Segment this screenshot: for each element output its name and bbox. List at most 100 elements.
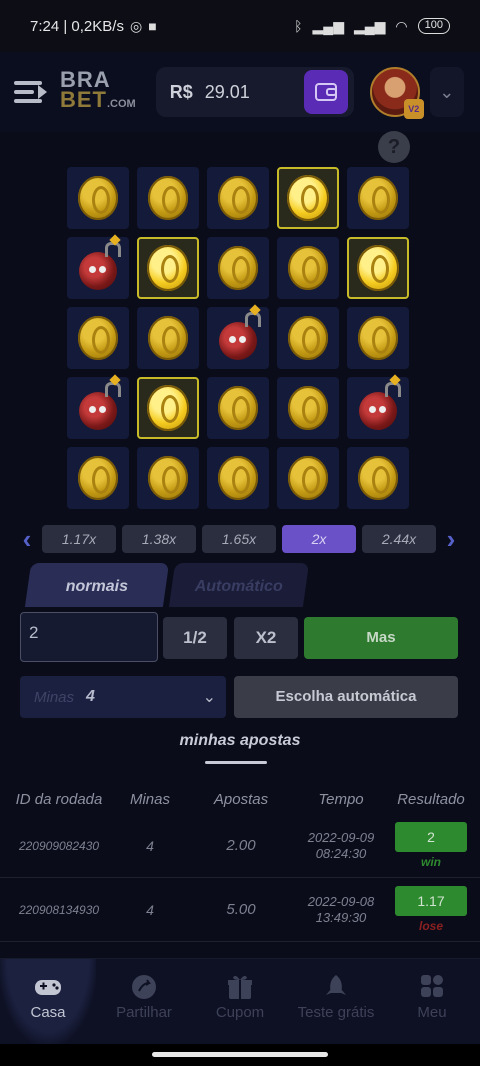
table-row: 220908134930 4 5.00 2022-09-08 13:49:30 1.17 l… [0, 878, 480, 942]
my-bets-title[interactable]: minhas apostas [0, 732, 480, 750]
multiplier-chip[interactable]: 1.38x [122, 525, 196, 553]
result-badge: 1.17 [395, 886, 467, 916]
cell-round-id: 220909082430 [18, 838, 100, 853]
auto-pick-button[interactable]: Escolha automática [234, 676, 458, 718]
nav-item-partilhar[interactable]: Partilhar [96, 959, 192, 1044]
multiplier-chip[interactable]: 2.44x [362, 525, 436, 553]
instagram-icon: ◎ [129, 17, 143, 34]
grid-tile[interactable] [137, 307, 199, 369]
nav-label: Partilhar [116, 1004, 172, 1021]
grid-tile[interactable] [347, 447, 409, 509]
grid-tile[interactable] [67, 447, 129, 509]
bottom-nav: Casa Partilhar Cupom Teste grátis Meu [0, 958, 480, 1044]
double-bet-button[interactable]: X2 [234, 617, 298, 659]
grid-tile[interactable] [207, 447, 269, 509]
coin-icon [78, 316, 118, 360]
mines-select[interactable]: Minas 4 ⌄ [20, 676, 226, 718]
coin-icon [147, 385, 189, 431]
grid-tile[interactable] [207, 167, 269, 229]
grid-tile[interactable] [137, 167, 199, 229]
half-bet-button[interactable]: 1/2 [163, 617, 227, 659]
wifi-icon: ◠ [395, 17, 408, 34]
brand-logo[interactable]: BRA BET.COM [60, 69, 136, 114]
grid-tile[interactable] [67, 237, 129, 299]
grid-tile[interactable] [347, 237, 409, 299]
bets-table: ID da rodada Minas Apostas Tempo Resulta… [0, 784, 480, 942]
nav-item-casa[interactable]: Casa [0, 959, 96, 1044]
coin-icon [288, 246, 328, 290]
coin-icon [288, 456, 328, 500]
grid-tile[interactable] [67, 307, 129, 369]
currency-label: R$ [169, 81, 193, 102]
coin-icon [218, 246, 258, 290]
grid-tile[interactable] [347, 167, 409, 229]
menu-icon[interactable] [14, 77, 50, 107]
grid-tile[interactable] [347, 377, 409, 439]
nav-item-meu[interactable]: Meu [384, 959, 480, 1044]
cell-clock: 13:49:30 [315, 909, 367, 925]
mult-prev-arrow-icon[interactable]: ‹ [16, 524, 38, 554]
cell-amount: 2.00 [226, 837, 256, 854]
app-header: BRA BET.COM R$ 29.01 V2 ⌄ [0, 52, 480, 132]
coin-icon [287, 175, 329, 221]
grid-tile[interactable] [347, 307, 409, 369]
coin-icon [148, 316, 188, 360]
grid-tile[interactable] [207, 237, 269, 299]
grid-tile[interactable] [137, 377, 199, 439]
nav-label: Meu [417, 1004, 447, 1021]
bomb-icon [79, 382, 121, 430]
grid-tile[interactable] [277, 237, 339, 299]
avatar[interactable]: V2 [369, 67, 424, 119]
grid-tile[interactable] [207, 307, 269, 369]
bomb-icon [219, 312, 261, 360]
wallet-icon [314, 83, 337, 101]
mines-controls: Minas 4 ⌄ Escolha automática [20, 676, 460, 718]
help-button[interactable]: ? [378, 131, 410, 163]
grid-tile[interactable] [277, 447, 339, 509]
cell-amount: 5.00 [226, 901, 256, 918]
bet-button[interactable]: Mas [304, 617, 458, 659]
coin-icon [358, 176, 398, 220]
mines-value: 4 [86, 688, 95, 705]
rocket-icon [321, 973, 351, 1001]
status-bar: 7:24 | 0,2KB/s ◎ ■ ᛒ ▂▄▆ ▂▄▆ ◠ 100 [0, 0, 480, 52]
coin-icon [218, 386, 258, 430]
mult-next-arrow-icon[interactable]: › [440, 524, 462, 554]
grid-tile[interactable] [277, 377, 339, 439]
grid-tile[interactable] [207, 377, 269, 439]
nav-item-teste-grátis[interactable]: Teste grátis [288, 959, 384, 1044]
gift-icon [225, 973, 255, 1001]
coin-icon [78, 456, 118, 500]
home-indicator[interactable] [152, 1052, 328, 1057]
coin-icon [357, 245, 399, 291]
multiplier-chip[interactable]: 1.17x [42, 525, 116, 553]
grid-tile[interactable] [137, 237, 199, 299]
coin-icon [218, 456, 258, 500]
bomb-icon [79, 242, 121, 290]
bet-amount-input[interactable]: 2 [20, 612, 158, 662]
tab-normal[interactable]: normais [24, 563, 170, 607]
balance-box: R$ 29.01 [155, 67, 354, 117]
nav-item-cupom[interactable]: Cupom [192, 959, 288, 1044]
chevron-down-icon[interactable]: ⌄ [429, 67, 464, 117]
coin-icon [148, 456, 188, 500]
grid-tile[interactable] [277, 307, 339, 369]
col-bets: Apostas [213, 790, 269, 808]
cell-time: 2022-09-08 13:49:30 [300, 894, 382, 926]
grid-tile[interactable] [277, 167, 339, 229]
battery-indicator: 100 [417, 18, 450, 34]
status-time: 7:24 | 0,2KB/s [30, 17, 124, 35]
bet-controls: 2 1/2 X2 Mas [20, 612, 460, 662]
result-badge: 2 [395, 822, 467, 852]
wallet-button[interactable] [303, 70, 348, 114]
multiplier-chip[interactable]: 1.65x [202, 525, 276, 553]
coin-icon [358, 456, 398, 500]
coin-icon [218, 176, 258, 220]
multiplier-chip[interactable]: 2x [282, 525, 356, 553]
grid-tile[interactable] [137, 447, 199, 509]
grid-tile[interactable] [67, 377, 129, 439]
coin-icon [358, 316, 398, 360]
signal-icon: ▂▄▆ [312, 17, 344, 34]
grid-tile[interactable] [67, 167, 129, 229]
tab-automatic[interactable]: Automático [168, 563, 310, 607]
